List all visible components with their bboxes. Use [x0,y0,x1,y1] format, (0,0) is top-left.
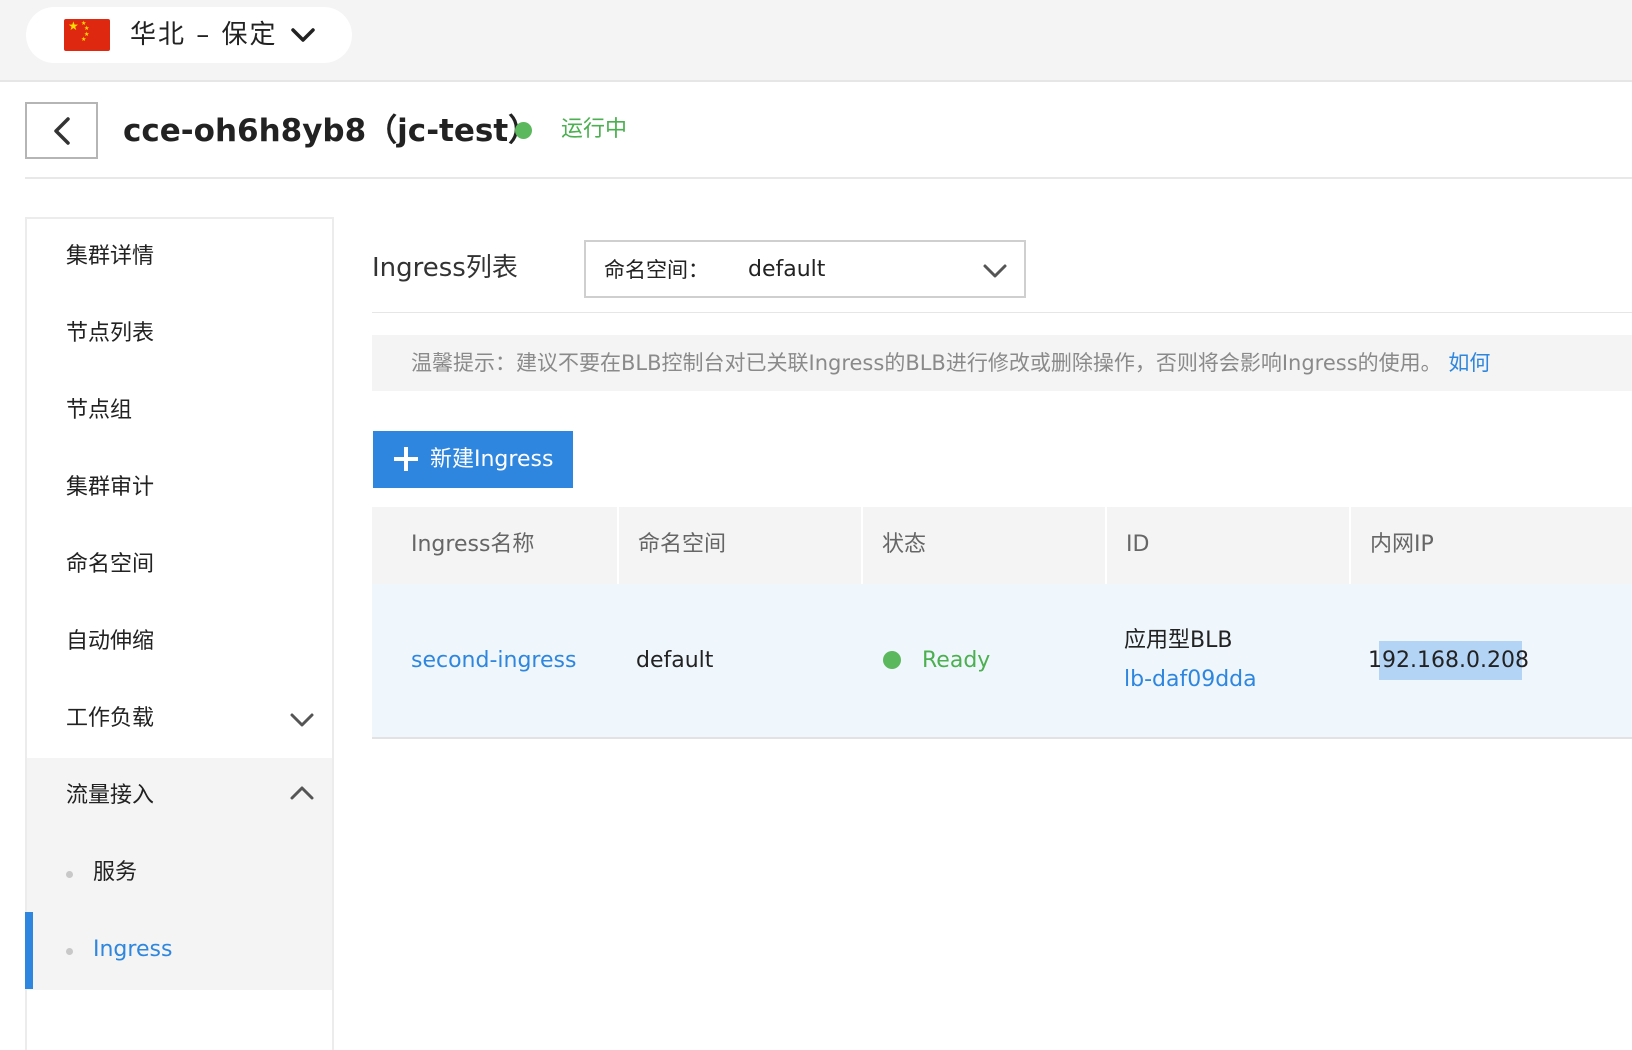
column-header-label: ID [1126,532,1150,557]
bullet-icon [66,871,73,878]
sidebar-item-label: 集群审计 [66,475,155,500]
chevron-up-icon [290,786,314,800]
column-header-status: 状态 [863,507,1105,584]
table-header: Ingress名称 命名空间 状态 ID 内网IP [372,507,1632,584]
section-title: Ingress列表 [372,253,518,283]
namespace-select-label: 命名空间： [604,258,709,282]
sidebar-item-node-group[interactable]: 节点组 [27,373,332,450]
status-cell: Ready [922,648,991,673]
table-row: second-ingress default Ready 应用型BLB lb-d… [372,584,1632,739]
chevron-down-icon [290,713,314,727]
sidebar-subitem-services[interactable]: 服务 [27,835,332,912]
namespace-select-value: default [748,257,826,282]
back-button[interactable] [25,102,98,159]
page-title: cce-oh6h8yb8（jc-test） [123,113,540,149]
sidebar-item-label: 自动伸缩 [66,629,155,654]
hint-link[interactable]: 如何 [1448,351,1490,375]
sidebar-subitem-ingress[interactable]: Ingress [25,912,332,989]
create-ingress-label: 新建Ingress [430,447,554,472]
column-header-label: Ingress名称 [411,532,535,557]
create-ingress-button[interactable]: 新建Ingress [373,431,573,488]
column-header-internal-ip: 内网IP [1351,507,1632,584]
china-flag-icon: ★ ★ ★ ★ ★ [64,19,110,51]
column-header-label: 状态 [882,532,927,557]
status-dot-icon [515,122,532,139]
blb-id-link[interactable]: lb-daf09dda [1124,664,1257,696]
sidebar-item-label: 工作负载 [66,706,155,731]
column-header-id: ID [1107,507,1349,584]
sidebar-item-autoscaling[interactable]: 自动伸缩 [27,604,332,681]
sidebar-item-label: 集群详情 [66,244,155,269]
sidebar-item-label: 命名空间 [66,552,155,577]
column-header-label: 内网IP [1370,532,1434,557]
column-header-name: Ingress名称 [372,507,617,584]
bullet-icon [66,948,73,955]
sidebar-item-cluster-audit[interactable]: 集群审计 [27,450,332,527]
sidebar-item-label: 节点组 [66,398,133,423]
region-label: 华北 – 保定 [130,20,278,50]
plus-icon [394,447,418,471]
namespace-cell: default [636,648,714,673]
column-header-namespace: 命名空间 [619,507,861,584]
region-selector[interactable]: ★ ★ ★ ★ ★ 华北 – 保定 [26,7,352,63]
sidebar-item-namespace[interactable]: 命名空间 [27,527,332,604]
chevron-left-icon [54,117,70,145]
cluster-status: 运行中 [561,117,628,142]
chevron-down-icon [291,28,315,42]
sidebar-subitem-label: 服务 [93,860,138,885]
sidebar-item-workloads[interactable]: 工作负载 [27,681,332,758]
divider [372,312,1632,313]
sidebar-subitem-label: Ingress [93,937,173,962]
status-dot-icon [883,651,901,669]
column-header-label: 命名空间 [638,532,727,557]
id-type-cell: 应用型BLB [1124,628,1233,653]
sidebar-item-traffic-access[interactable]: 流量接入 [27,758,332,835]
sidebar-item-node-list[interactable]: 节点列表 [27,296,332,373]
ingress-name-link[interactable]: second-ingress [411,645,576,677]
hint-text: 温馨提示：建议不要在BLB控制台对已关联Ingress的BLB进行修改或删除操作… [411,351,1442,375]
sidebar-item-label: 流量接入 [66,783,155,808]
top-bar: ★ ★ ★ ★ ★ 华北 – 保定 [0,0,1632,82]
hint-banner: 温馨提示：建议不要在BLB控制台对已关联Ingress的BLB进行修改或删除操作… [372,335,1632,391]
sidebar: 集群详情 节点列表 节点组 集群审计 命名空间 自动伸缩 工作负载 流量接入 服… [25,217,334,1050]
sidebar-item-label: 节点列表 [66,321,155,346]
internal-ip-cell[interactable]: 192.168.0.208 [1368,645,1529,677]
header-divider [25,177,1632,179]
sidebar-item-cluster-details[interactable]: 集群详情 [27,219,332,296]
namespace-select[interactable]: 命名空间： default [584,240,1026,298]
chevron-down-icon [983,264,1007,278]
active-indicator [25,912,33,989]
